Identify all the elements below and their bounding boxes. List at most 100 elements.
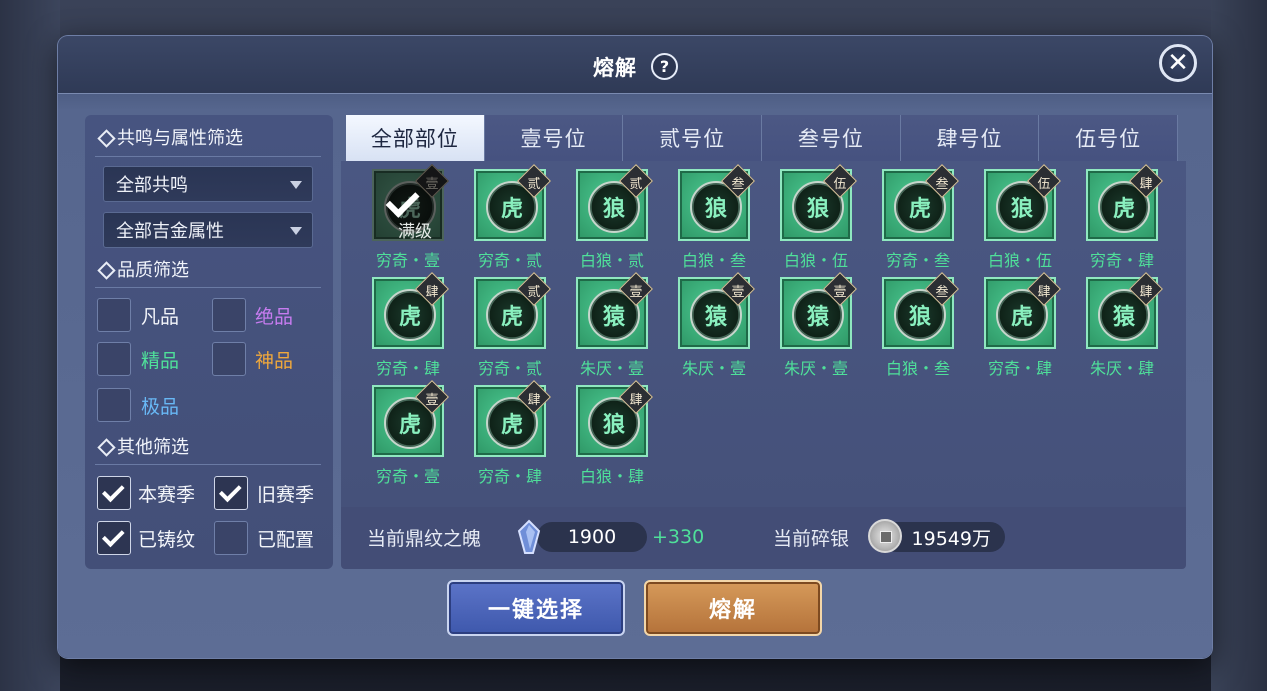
vessel-name: 朱厌・肆: [1089, 359, 1154, 378]
vessel-item[interactable]: 虎叁穷奇・叁: [878, 164, 959, 273]
vessel-tile: 狼贰: [576, 164, 653, 241]
other-filter-label: 其他筛选: [117, 437, 189, 458]
section-divider: [95, 464, 321, 465]
label-engraved: 已铸纹: [138, 528, 196, 551]
quality-filter-heading: 品质筛选: [99, 256, 189, 282]
quality-checkbox-jue[interactable]: [212, 298, 246, 332]
vessel-item[interactable]: 虎贰穷奇・贰: [470, 272, 551, 381]
vessel-item[interactable]: 虎贰穷奇・贰: [470, 164, 551, 273]
resonance-dropdown-value: 全部共鸣: [116, 175, 188, 196]
tab-slot-1[interactable]: 壹号位: [484, 115, 624, 161]
diamond-bullet-icon: [99, 440, 111, 452]
vessel-item[interactable]: 虎肆穷奇・肆: [368, 272, 449, 381]
vessel-item[interactable]: 狼叁白狼・叁: [878, 272, 959, 381]
vessel-item[interactable]: 猿壹朱厌・壹: [674, 272, 755, 381]
select-all-button[interactable]: 一键选择: [447, 580, 625, 636]
smelt-button[interactable]: 熔解: [644, 580, 822, 636]
vessel-tile: 狼伍: [780, 164, 857, 241]
vessel-tile: 狼伍: [984, 164, 1061, 241]
soul-label: 当前鼎纹之魄: [367, 527, 482, 550]
diamond-bullet-icon: [99, 263, 111, 275]
section-divider: [95, 156, 321, 157]
vessel-tile: 狼叁: [678, 164, 755, 241]
vessel-name: 穷奇・肆: [375, 359, 440, 378]
slot-badge-text: 贰: [629, 176, 643, 192]
vessel-name: 穷奇・叁: [885, 251, 950, 270]
vessel-name: 穷奇・壹: [375, 467, 440, 486]
resonance-dropdown[interactable]: 全部共鸣: [103, 166, 313, 202]
vessel-name: 穷奇・肆: [987, 359, 1052, 378]
vessel-tile: 虎贰: [474, 272, 551, 349]
vessel-name: 穷奇・壹: [375, 251, 440, 270]
silver-coin-icon: [868, 519, 902, 553]
checkbox-old-season[interactable]: [214, 476, 248, 510]
quality-label-ji: 极品: [141, 395, 180, 418]
vessel-tile: 虎肆: [1086, 164, 1163, 241]
vessel-name: 白狼・叁: [681, 251, 746, 270]
vessel-item[interactable]: 猿肆朱厌・肆: [1082, 272, 1163, 381]
question-icon[interactable]: ?: [651, 53, 678, 80]
slot-badge-text: 肆: [527, 392, 541, 408]
tab-all-slots[interactable]: 全部部位: [346, 115, 485, 161]
vessel-item[interactable]: 虎肆穷奇・肆: [470, 380, 551, 489]
checkbox-engraved[interactable]: [97, 521, 131, 555]
vessel-item[interactable]: 猿壹朱厌・壹: [776, 272, 857, 381]
slot-badge-text: 壹: [833, 284, 847, 300]
vessel-item[interactable]: 狼伍白狼・伍: [776, 164, 857, 273]
label-current-season: 本赛季: [138, 483, 196, 506]
vessel-tile: 狼叁: [882, 272, 959, 349]
quality-checkbox-jing[interactable]: [97, 342, 131, 376]
tab-slot-4[interactable]: 肆号位: [900, 115, 1040, 161]
vessel-item[interactable]: 虎肆穷奇・肆: [1082, 164, 1163, 273]
quality-filter-label: 品质筛选: [117, 260, 189, 281]
vessel-name: 白狼・叁: [885, 359, 950, 378]
smelt-dialog: 熔解 ? ✕ 共鸣与属性筛选 全部共鸣 全部吉金属性 品质筛选 凡品 绝品 精品: [58, 36, 1212, 658]
vessel-tile: 猿肆: [1086, 272, 1163, 349]
quality-label-fan: 凡品: [141, 305, 180, 328]
checkbox-configured[interactable]: [214, 521, 248, 555]
tab-slot-5[interactable]: 伍号位: [1039, 115, 1179, 161]
vessel-tile: 狼肆: [576, 380, 653, 457]
attribute-dropdown[interactable]: 全部吉金属性: [103, 212, 313, 248]
item-grid: 虎壹满级 穷奇・壹虎贰穷奇・贰狼贰白狼・贰狼叁白狼・叁狼伍白狼・伍虎叁穷奇・叁狼伍…: [341, 161, 1186, 507]
soul-bonus: +330: [652, 526, 705, 548]
chevron-down-icon: [290, 181, 302, 189]
slot-badge-text: 伍: [1037, 176, 1051, 192]
silver-label: 当前碎银: [773, 527, 850, 550]
slot-badge-text: 肆: [1139, 176, 1153, 192]
filter-panel: 共鸣与属性筛选 全部共鸣 全部吉金属性 品质筛选 凡品 绝品 精品 神品 极品 …: [85, 115, 333, 569]
slot-badge-text: 肆: [1037, 284, 1051, 300]
slot-badge-text: 叁: [935, 284, 949, 300]
slot-badge-text: 叁: [935, 176, 949, 192]
vessel-item[interactable]: 狼贰白狼・贰: [572, 164, 653, 273]
close-icon[interactable]: ✕: [1159, 44, 1197, 82]
attribute-dropdown-value: 全部吉金属性: [116, 221, 224, 242]
vessel-item[interactable]: 狼肆白狼・肆: [572, 380, 653, 489]
vessel-tile: 猿壹: [576, 272, 653, 349]
vessel-tile: 猿壹: [780, 272, 857, 349]
quality-checkbox-ji[interactable]: [97, 388, 131, 422]
vessel-tile: 虎肆: [372, 272, 449, 349]
vessel-item[interactable]: 猿壹朱厌・壹: [572, 272, 653, 381]
quality-checkbox-fan[interactable]: [97, 298, 131, 332]
vessel-item[interactable]: 虎壹穷奇・壹: [368, 380, 449, 489]
vessel-item[interactable]: 虎肆穷奇・肆: [980, 272, 1061, 381]
label-configured: 已配置: [257, 528, 315, 551]
vessel-item[interactable]: 虎壹满级 穷奇・壹: [368, 164, 449, 273]
tab-slot-2[interactable]: 贰号位: [623, 115, 763, 161]
quality-label-jue: 绝品: [255, 305, 294, 328]
item-grid-panel: 虎壹满级 穷奇・壹虎贰穷奇・贰狼贰白狼・贰狼叁白狼・叁狼伍白狼・伍虎叁穷奇・叁狼伍…: [341, 161, 1186, 569]
tab-slot-3[interactable]: 叁号位: [762, 115, 901, 161]
vessel-name: 白狼・伍: [987, 251, 1052, 270]
quality-checkbox-shen[interactable]: [212, 342, 246, 376]
quality-label-shen: 神品: [255, 349, 294, 372]
vessel-item[interactable]: 狼伍白狼・伍: [980, 164, 1061, 273]
resonance-filter-heading: 共鸣与属性筛选: [99, 124, 243, 150]
diamond-bullet-icon: [99, 131, 111, 143]
section-divider: [95, 287, 321, 288]
max-level-label: 满级: [398, 222, 432, 242]
vessel-name: 穷奇・贰: [477, 359, 542, 378]
vessel-item[interactable]: 狼叁白狼・叁: [674, 164, 755, 273]
checkbox-current-season[interactable]: [97, 476, 131, 510]
slot-badge-text: 肆: [629, 392, 643, 408]
